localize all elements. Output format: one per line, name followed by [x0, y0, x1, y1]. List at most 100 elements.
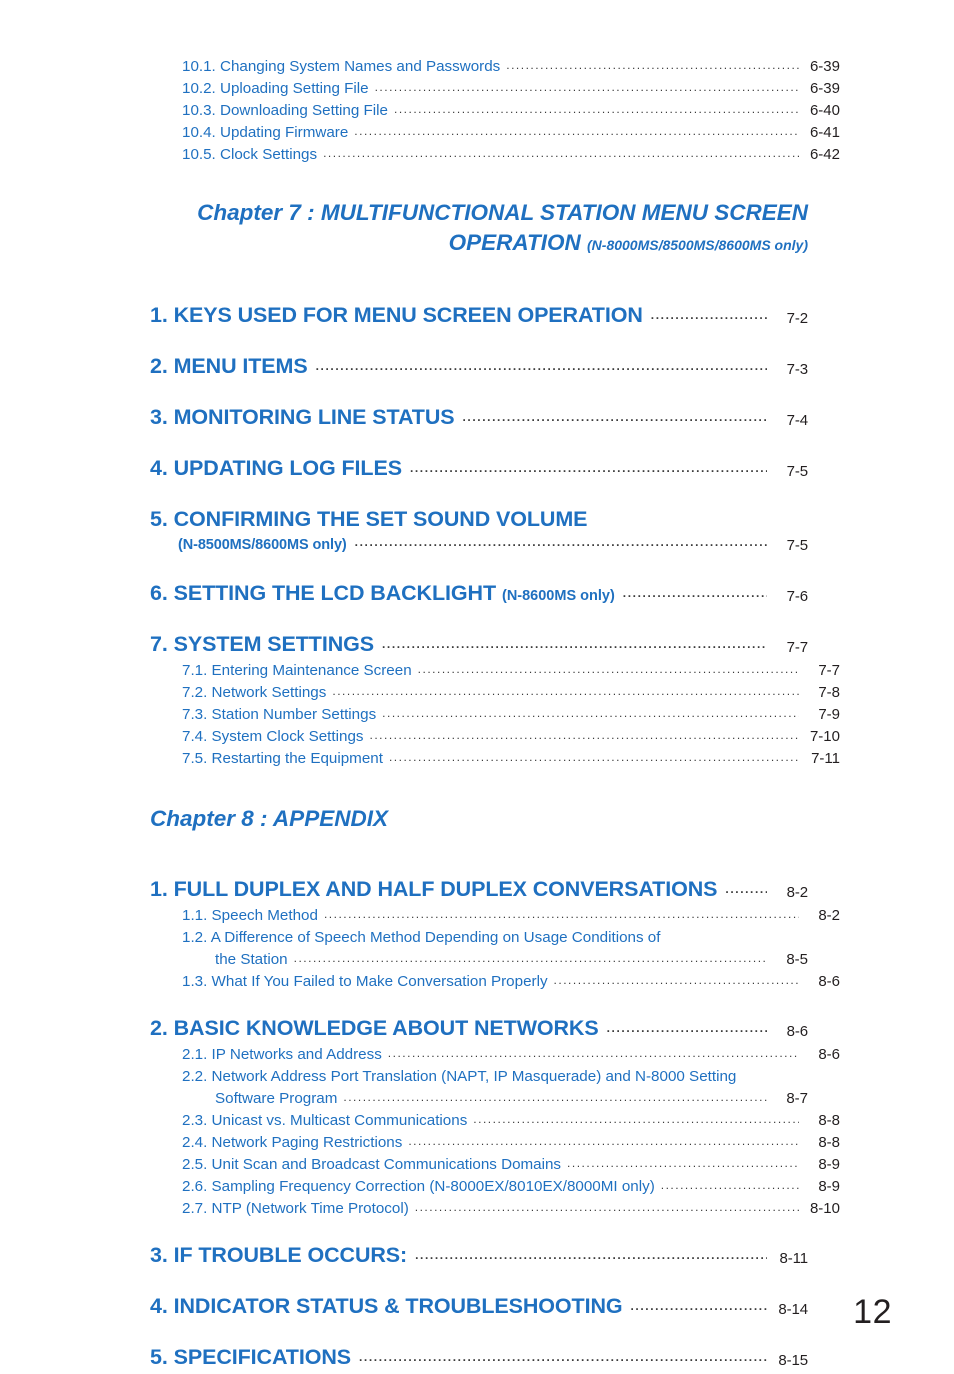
toc-subentry-page: 8-6: [818, 1046, 840, 1063]
toc-subentry[interactable]: 10.2. Uploading Setting File 6-39: [150, 78, 840, 100]
dot-leader: [631, 1290, 768, 1319]
toc-section-label: 1. FULL DUPLEX AND HALF DUPLEX CONVERSAT…: [150, 877, 718, 901]
toc-subentry-label: 2.3. Unicast vs. Multicast Communication…: [182, 1112, 468, 1129]
toc-subentry-page: 6-39: [809, 58, 840, 75]
toc-subentry-page: 6-39: [809, 80, 840, 97]
toc-subentry-label: 10.1. Changing System Names and Password…: [182, 58, 501, 75]
toc-subentry[interactable]: 7.1. Entering Maintenance Screen 7-7: [150, 660, 840, 682]
toc-subentry[interactable]: 2.6. Sampling Frequency Correction (N-80…: [150, 1176, 840, 1198]
dot-leader: [415, 1239, 767, 1268]
dot-leader: [382, 628, 767, 657]
toc-section-entry[interactable]: 5. SPECIFICATIONS 8-15: [150, 1344, 808, 1373]
toc-section-entry[interactable]: 1. FULL DUPLEX AND HALF DUPLEX CONVERSAT…: [150, 876, 808, 905]
dot-leader: [389, 746, 799, 768]
toc-subentry-label: 7.5. Restarting the Equipment: [182, 750, 383, 767]
toc-section-page: 7-2: [786, 310, 808, 327]
toc-subentry-label-line1: 1.2. A Difference of Speech Method Depen…: [182, 929, 661, 946]
toc-section-entry[interactable]: 4. INDICATOR STATUS & TROUBLESHOOTING 8-…: [150, 1293, 808, 1322]
toc-subentry[interactable]: 7.3. Station Number Settings 7-9: [150, 704, 840, 726]
chapter-8-heading: Chapter 8 : APPENDIX: [150, 806, 388, 831]
dot-leader: [323, 142, 799, 164]
toc-section-label: 3. MONITORING LINE STATUS: [150, 405, 455, 429]
dot-leader: [324, 903, 799, 925]
toc-subentry[interactable]: 2.5. Unit Scan and Broadcast Communicati…: [150, 1154, 840, 1176]
toc-subentry[interactable]: 10.3. Downloading Setting File 6-40: [150, 100, 840, 122]
toc-section-label: 5. SPECIFICATIONS: [150, 1345, 351, 1369]
toc-section-page: 7-3: [786, 361, 808, 378]
toc-subentry-page: 6-42: [809, 146, 840, 163]
toc-section-entry[interactable]: 2. BASIC KNOWLEDGE ABOUT NETWORKS 8-6: [150, 1015, 808, 1044]
toc-subentry[interactable]: 2.3. Unicast vs. Multicast Communication…: [150, 1110, 840, 1132]
toc-subentry-page: 7-11: [811, 750, 840, 767]
toc-subentry[interactable]: 7.5. Restarting the Equipment 7-11: [150, 748, 840, 770]
toc-subentry[interactable]: 10.4. Updating Firmware 6-41: [150, 122, 840, 144]
chapter-7-title-line1: Chapter 7 : MULTIFUNCTIONAL STATION MENU…: [197, 200, 808, 225]
chapter-7-title-line2-main: OPERATION: [448, 230, 581, 255]
dot-leader: [355, 529, 767, 555]
chapter-7-heading: Chapter 7 : MULTIFUNCTIONAL STATION MENU…: [150, 198, 808, 260]
toc-subentry[interactable]: 10.5. Clock Settings 6-42: [150, 144, 840, 166]
toc-section-entry[interactable]: 7. SYSTEM SETTINGS 7-7: [150, 631, 808, 660]
toc-section-entry[interactable]: 3. IF TROUBLE OCCURS: 8-11: [150, 1242, 808, 1271]
toc-subentry[interactable]: 2.7. NTP (Network Time Protocol) 8-10: [150, 1198, 840, 1220]
toc-section-label: 1. KEYS USED FOR MENU SCREEN OPERATION: [150, 303, 643, 327]
dot-leader: [354, 120, 799, 142]
toc-section-entry[interactable]: 4. UPDATING LOG FILES 7-5: [150, 455, 808, 484]
toc-section-label: 4. UPDATING LOG FILES: [150, 456, 402, 480]
toc-section-page: 8-15: [778, 1352, 808, 1369]
toc-subentry-page: 8-6: [818, 973, 840, 990]
toc-subentry-page: 6-40: [809, 102, 840, 119]
toc-subentry-page: 6-41: [809, 124, 840, 141]
toc-section-entry[interactable]: 5. CONFIRMING THE SET SOUND VOLUME (N-85…: [150, 506, 808, 558]
toc-subentry[interactable]: 1.2. A Difference of Speech Method Depen…: [150, 927, 808, 971]
toc-subentry-page: 8-5: [786, 951, 808, 968]
toc-section-label: 6. SETTING THE LCD BACKLIGHT: [150, 581, 496, 605]
toc-section-entry[interactable]: 1. KEYS USED FOR MENU SCREEN OPERATION 7…: [150, 302, 808, 331]
toc-subentry[interactable]: 7.2. Network Settings 7-8: [150, 682, 840, 704]
toc-subentry-page: 8-2: [818, 907, 840, 924]
toc-subentry-label: 2.5. Unit Scan and Broadcast Communicati…: [182, 1156, 562, 1173]
toc-subentry[interactable]: 2.2. Network Address Port Translation (N…: [150, 1066, 808, 1110]
chapter-7-model-note: (N-8000MS/8500MS/8600MS only): [587, 237, 808, 253]
dot-leader: [369, 724, 799, 746]
toc-section-entry[interactable]: 6. SETTING THE LCD BACKLIGHT (N-8600MS o…: [150, 580, 808, 609]
dot-leader: [410, 452, 767, 481]
toc-subentry-label: 2.6. Sampling Frequency Correction (N-80…: [182, 1178, 655, 1195]
toc-section-entry[interactable]: 3. MONITORING LINE STATUS 7-4: [150, 404, 808, 433]
toc-subentry[interactable]: 10.1. Changing System Names and Password…: [150, 56, 840, 78]
toc-section-page: 7-5: [786, 537, 808, 554]
dot-leader: [408, 1130, 799, 1152]
dot-leader: [473, 1108, 799, 1130]
toc-subentry-label-line2: Software Program: [215, 1090, 338, 1107]
dot-leader: [415, 1196, 799, 1218]
toc-group-section7-subentries: 7.1. Entering Maintenance Screen 7-7 7.2…: [150, 660, 840, 770]
toc-subentry-page: 8-8: [818, 1112, 840, 1129]
toc-subentry[interactable]: 1.3. What If You Failed to Make Conversa…: [150, 971, 840, 993]
toc-subentry-page: 7-10: [809, 728, 840, 745]
toc-section-page: 8-14: [778, 1301, 808, 1318]
dot-leader: [418, 658, 799, 680]
toc-section-page: 7-5: [786, 463, 808, 480]
dot-leader: [394, 98, 799, 120]
toc-section-label: 4. INDICATOR STATUS & TROUBLESHOOTING: [150, 1294, 623, 1318]
toc-section-entry[interactable]: 2. MENU ITEMS 7-3: [150, 353, 808, 382]
dot-leader: [567, 1152, 799, 1174]
toc-subentry-label: 2.4. Network Paging Restrictions: [182, 1134, 403, 1151]
toc-subentry-label: 2.7. NTP (Network Time Protocol): [182, 1200, 409, 1217]
toc-subentry[interactable]: 2.4. Network Paging Restrictions 8-8: [150, 1132, 840, 1154]
dot-leader: [382, 702, 799, 724]
toc-group-chapter6-tail: 10.1. Changing System Names and Password…: [150, 56, 840, 166]
toc-subentry-label: 1.3. What If You Failed to Make Conversa…: [182, 973, 548, 990]
dot-leader: [623, 577, 767, 606]
page-number: 12: [853, 1293, 892, 1331]
toc-subentry[interactable]: 2.1. IP Networks and Address 8-6: [150, 1044, 840, 1066]
toc-subentry-label: 2.1. IP Networks and Address: [182, 1046, 382, 1063]
dot-leader: [359, 1341, 767, 1370]
toc-subentry[interactable]: 7.4. System Clock Settings 7-10: [150, 726, 840, 748]
dot-leader: [462, 401, 767, 430]
toc-section-page: 8-11: [779, 1250, 808, 1267]
dot-leader: [506, 54, 799, 76]
toc-subentry[interactable]: 1.1. Speech Method 8-2: [150, 905, 840, 927]
